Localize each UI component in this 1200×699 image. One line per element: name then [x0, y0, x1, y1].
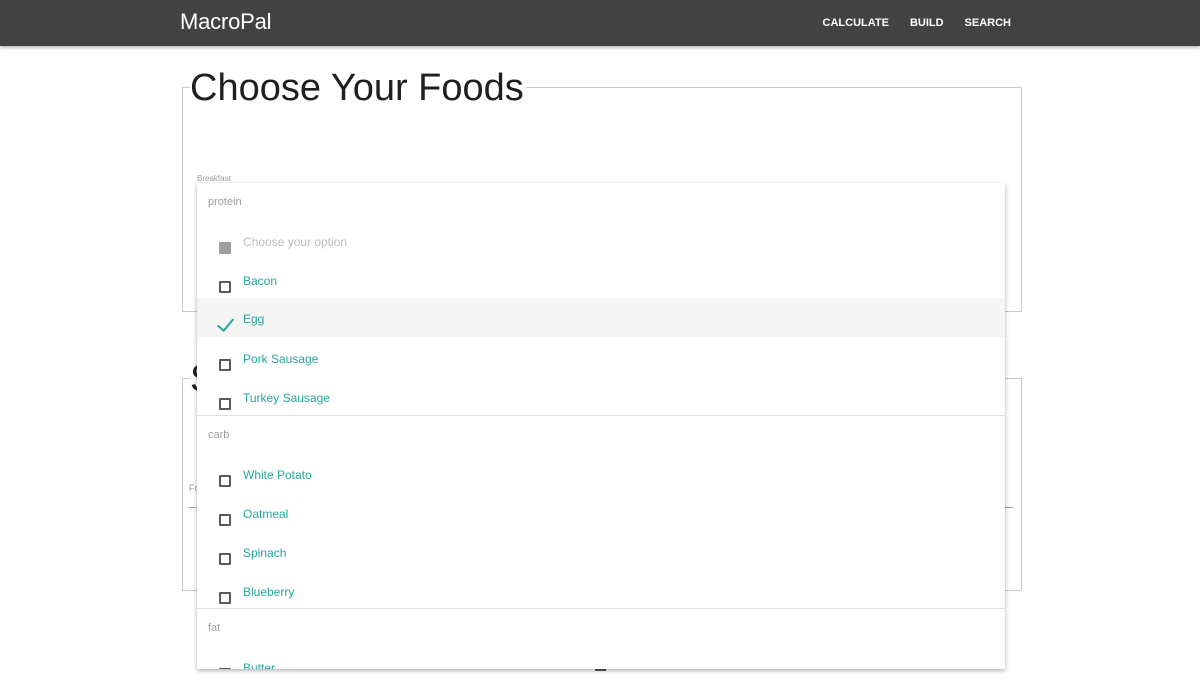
- option-bacon[interactable]: Bacon: [197, 261, 1005, 300]
- option-label: Choose your option: [243, 235, 348, 249]
- option-label: Pork Sausage: [243, 352, 319, 366]
- checkbox-icon[interactable]: [219, 359, 231, 371]
- option-label: Butter: [243, 661, 276, 669]
- option-turkey-sausage[interactable]: Turkey Sausage: [197, 378, 1005, 417]
- optgroup-protein: protein: [208, 196, 242, 208]
- checkbox-icon[interactable]: [219, 668, 231, 669]
- option-white-potato[interactable]: White Potato: [197, 455, 1005, 494]
- top-navbar: MacroPal CALCULATE BUILD SEARCH: [0, 0, 1200, 46]
- nav-calculate-link[interactable]: CALCULATE: [823, 17, 889, 29]
- checkbox-icon[interactable]: [219, 475, 231, 487]
- checkmark-icon[interactable]: [216, 313, 235, 333]
- checkbox-icon[interactable]: [219, 281, 231, 293]
- option-label: Egg: [243, 312, 265, 326]
- option-blueberry[interactable]: Blueberry: [197, 572, 1005, 611]
- option-oatmeal[interactable]: Oatmeal: [197, 494, 1005, 533]
- option-label: Spinach: [243, 546, 287, 560]
- option-label: Blueberry: [243, 585, 295, 599]
- option-label: Turkey Sausage: [243, 391, 330, 405]
- nav-search-link[interactable]: SEARCH: [965, 17, 1011, 29]
- brand-logo[interactable]: MacroPal: [180, 9, 272, 35]
- nav-links: CALCULATE BUILD SEARCH: [823, 0, 1011, 46]
- nav-build-link[interactable]: BUILD: [910, 17, 944, 29]
- option-choose-placeholder: Choose your option: [197, 222, 1005, 261]
- option-pork-sausage[interactable]: Pork Sausage: [197, 339, 1005, 378]
- breakfast-multiselect-dropdown[interactable]: protein Choose your option Bacon Egg Por…: [197, 183, 1005, 669]
- food-field-underline-right: [1005, 507, 1013, 508]
- option-label: White Potato: [243, 468, 312, 482]
- option-spinach[interactable]: Spinach: [197, 533, 1005, 572]
- checkbox-icon[interactable]: [219, 592, 231, 604]
- checkbox-icon[interactable]: [219, 553, 231, 565]
- checkbox-disabled-icon: [219, 242, 231, 254]
- optgroup-carb: carb: [208, 429, 230, 441]
- option-egg[interactable]: Egg: [197, 298, 1005, 337]
- option-label: Oatmeal: [243, 507, 289, 521]
- food-field-label: Fo: [189, 483, 197, 493]
- food-field-underline-left: [189, 507, 197, 508]
- breakfast-field-label: Breakfast: [197, 174, 231, 183]
- checkbox-icon[interactable]: [219, 514, 231, 526]
- page-title: Choose Your Foods: [190, 64, 526, 112]
- optgroup-fat: fat: [208, 622, 221, 634]
- option-butter[interactable]: Butter: [197, 648, 1005, 669]
- option-label: Bacon: [243, 274, 278, 288]
- checkbox-icon[interactable]: [219, 398, 231, 410]
